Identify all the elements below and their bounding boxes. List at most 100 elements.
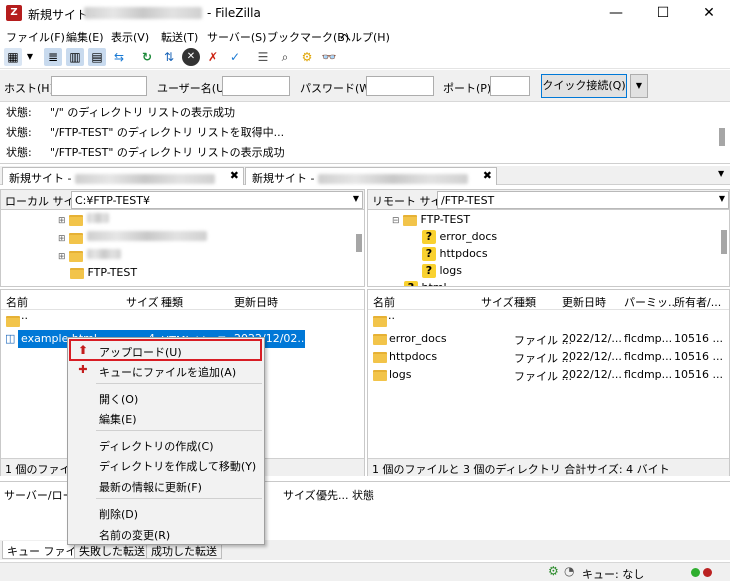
col-modified[interactable]: 更新日時 (234, 294, 278, 310)
speed-limit-icon[interactable]: ◔ (564, 564, 574, 578)
quickconnect-history-dropdown[interactable]: ▼ (630, 74, 648, 98)
col-name[interactable]: 名前 (373, 294, 395, 310)
log-scrollbar-thumb[interactable] (719, 128, 725, 146)
gear-icon[interactable]: ⚙ (548, 564, 559, 578)
tree-item[interactable]: ⊞ (58, 231, 207, 244)
col-size[interactable]: サイズ (283, 487, 316, 503)
tab-site-2[interactable]: 新規サイト - ✖ (245, 167, 497, 185)
col-size[interactable]: サイズ (126, 294, 159, 310)
remote-tree-item[interactable]: ? error_docs (422, 230, 497, 244)
menu-item-add-to-queue[interactable]: ✚ キューにファイルを追加(A) (68, 360, 264, 380)
scrollbar-thumb[interactable] (721, 230, 727, 254)
table-row[interactable]: .. (368, 309, 729, 330)
menu-item-open[interactable]: 開く(O) (68, 387, 264, 407)
col-modified[interactable]: 更新日時 (562, 294, 606, 310)
folder-icon (69, 232, 84, 244)
remote-path-input[interactable]: /FTP-TEST ▼ (437, 191, 729, 209)
site-manager-icon[interactable]: ▦ (4, 48, 22, 66)
search-icon[interactable]: 👓 (320, 48, 338, 66)
menu-view[interactable]: 表示(V) (111, 29, 149, 45)
table-row[interactable]: .. (1, 309, 364, 330)
toggle-log-icon[interactable]: ≣ (44, 48, 62, 66)
local-tree-scrollbar[interactable] (355, 212, 363, 284)
menu-bookmarks[interactable]: ブックマーク(B) (267, 29, 349, 45)
close-window-button[interactable]: ✕ (686, 0, 730, 26)
menu-item-refresh[interactable]: 最新の情報に更新(F) (68, 475, 264, 495)
tab-site-1[interactable]: 新規サイト - ✖ (2, 167, 244, 185)
menu-help[interactable]: ヘルプ(H) (340, 29, 390, 45)
chevron-down-icon[interactable]: ▼ (719, 194, 725, 203)
password-input[interactable] (366, 76, 434, 96)
upload-highlight-box (69, 339, 262, 361)
col-type[interactable]: 種類 (161, 294, 183, 310)
menu-item-create-and-enter-directory[interactable]: ディレクトリを作成して移動(Y) (68, 454, 264, 474)
status-bar: ⚙ ◔ キュー: なし (0, 562, 730, 581)
toolbar: ▦ ▼ ≣ ▥ ▤ ⇆ ↻ ⇅ ✕ ✗ ✓ ☰ ⌕ ⚙ 👓 (0, 45, 730, 69)
chevron-down-icon[interactable]: ▼ (353, 194, 359, 203)
filezilla-icon: Z (6, 5, 22, 21)
minimize-button[interactable]: — (593, 0, 639, 26)
remote-tree-scrollbar[interactable] (720, 212, 728, 284)
tree-item[interactable]: ⊞ (58, 249, 121, 262)
close-tab-icon[interactable]: ✖ (230, 169, 239, 182)
username-input[interactable] (222, 76, 290, 96)
menu-edit[interactable]: 編集(E) (66, 29, 104, 45)
site-manager-dropdown-icon[interactable]: ▼ (24, 48, 36, 66)
col-name[interactable]: 名前 (6, 294, 28, 310)
table-row[interactable]: error_docs ファイル ... 2022/12/... flcdmp...… (368, 330, 729, 348)
redacted-folder (86, 249, 121, 259)
redacted-folder (86, 231, 207, 241)
tree-item[interactable]: ⊞ (58, 213, 109, 226)
port-input[interactable] (490, 76, 530, 96)
folder-icon (403, 214, 418, 226)
log-line: 状態: "/FTP-TEST" のディレクトリ リストの表示成功 (6, 146, 285, 159)
local-path-input[interactable]: C:¥FTP-TEST¥ ▼ (71, 191, 363, 209)
remote-site-bar: リモート サイト: /FTP-TEST ▼ (368, 190, 729, 210)
toggle-queue-icon[interactable]: ⇆ (110, 48, 128, 66)
refresh-icon[interactable]: ↻ (138, 48, 156, 66)
close-tab-icon[interactable]: ✖ (483, 169, 492, 182)
menu-item-edit[interactable]: 編集(E) (68, 407, 264, 427)
col-permissions[interactable]: パーミッ... (624, 294, 679, 310)
compare-icon[interactable]: ⌕ (276, 48, 294, 66)
maximize-button[interactable]: ☐ (640, 0, 686, 26)
table-row[interactable]: httpdocs ファイル ... 2022/12/... flcdmp... 10… (368, 348, 729, 366)
menu-item-delete[interactable]: 削除(D) (68, 502, 264, 522)
remote-tree-root[interactable]: ⊟ FTP-TEST (392, 213, 470, 226)
remote-tree-item[interactable]: ? logs (422, 264, 462, 278)
process-queue-icon[interactable]: ⇅ (160, 48, 178, 66)
remote-tree-item[interactable]: ? httpdocs (422, 247, 488, 261)
toggle-remote-tree-icon[interactable]: ▤ (88, 48, 106, 66)
host-label: ホスト(H): (4, 82, 58, 95)
quickconnect-button[interactable]: クイック接続(Q) (541, 74, 627, 98)
disconnect-icon[interactable]: ✗ (204, 48, 222, 66)
title-bar: Z 新規サイト - - FileZilla — ☐ ✕ (0, 0, 730, 26)
tabs-dropdown-icon[interactable]: ▼ (718, 169, 724, 178)
remote-tree-item-cut[interactable]: ? html (404, 281, 447, 286)
host-input[interactable] (51, 76, 147, 96)
tree-item-ftp-test[interactable]: FTP-TEST (70, 266, 137, 279)
directory-listing-filter-icon[interactable]: ☰ (254, 48, 272, 66)
toggle-local-tree-icon[interactable]: ▥ (66, 48, 84, 66)
queue-status: キュー: なし (582, 568, 645, 581)
col-size[interactable]: サイズ (481, 294, 514, 310)
cancel-icon[interactable]: ✕ (182, 48, 200, 66)
col-priority[interactable]: 優先... (316, 487, 349, 503)
reconnect-icon[interactable]: ✓ (226, 48, 244, 66)
menu-transfer[interactable]: 転送(T) (161, 29, 198, 45)
table-row[interactable]: logs ファイル ... 2022/12/... flcdmp... 10516 … (368, 366, 729, 384)
col-status[interactable]: 状態 (352, 487, 374, 503)
col-owner[interactable]: 所有者/... (674, 294, 721, 310)
menu-item-rename[interactable]: 名前の変更(R) (68, 523, 264, 543)
folder-icon (373, 370, 387, 381)
col-type[interactable]: 種類 (514, 294, 536, 310)
log-line: 状態: "/FTP-TEST" のディレクトリ リストを取得中... (6, 126, 285, 139)
menu-separator (96, 383, 262, 384)
menu-file[interactable]: ファイル(F) (6, 29, 65, 45)
folder-icon (69, 250, 84, 262)
menu-server[interactable]: サーバー(S) (207, 29, 266, 45)
scrollbar-thumb[interactable] (356, 234, 362, 252)
log-scrollbar[interactable] (718, 104, 726, 162)
sync-browse-icon[interactable]: ⚙ (298, 48, 316, 66)
menu-item-create-directory[interactable]: ディレクトリの作成(C) (68, 434, 264, 454)
